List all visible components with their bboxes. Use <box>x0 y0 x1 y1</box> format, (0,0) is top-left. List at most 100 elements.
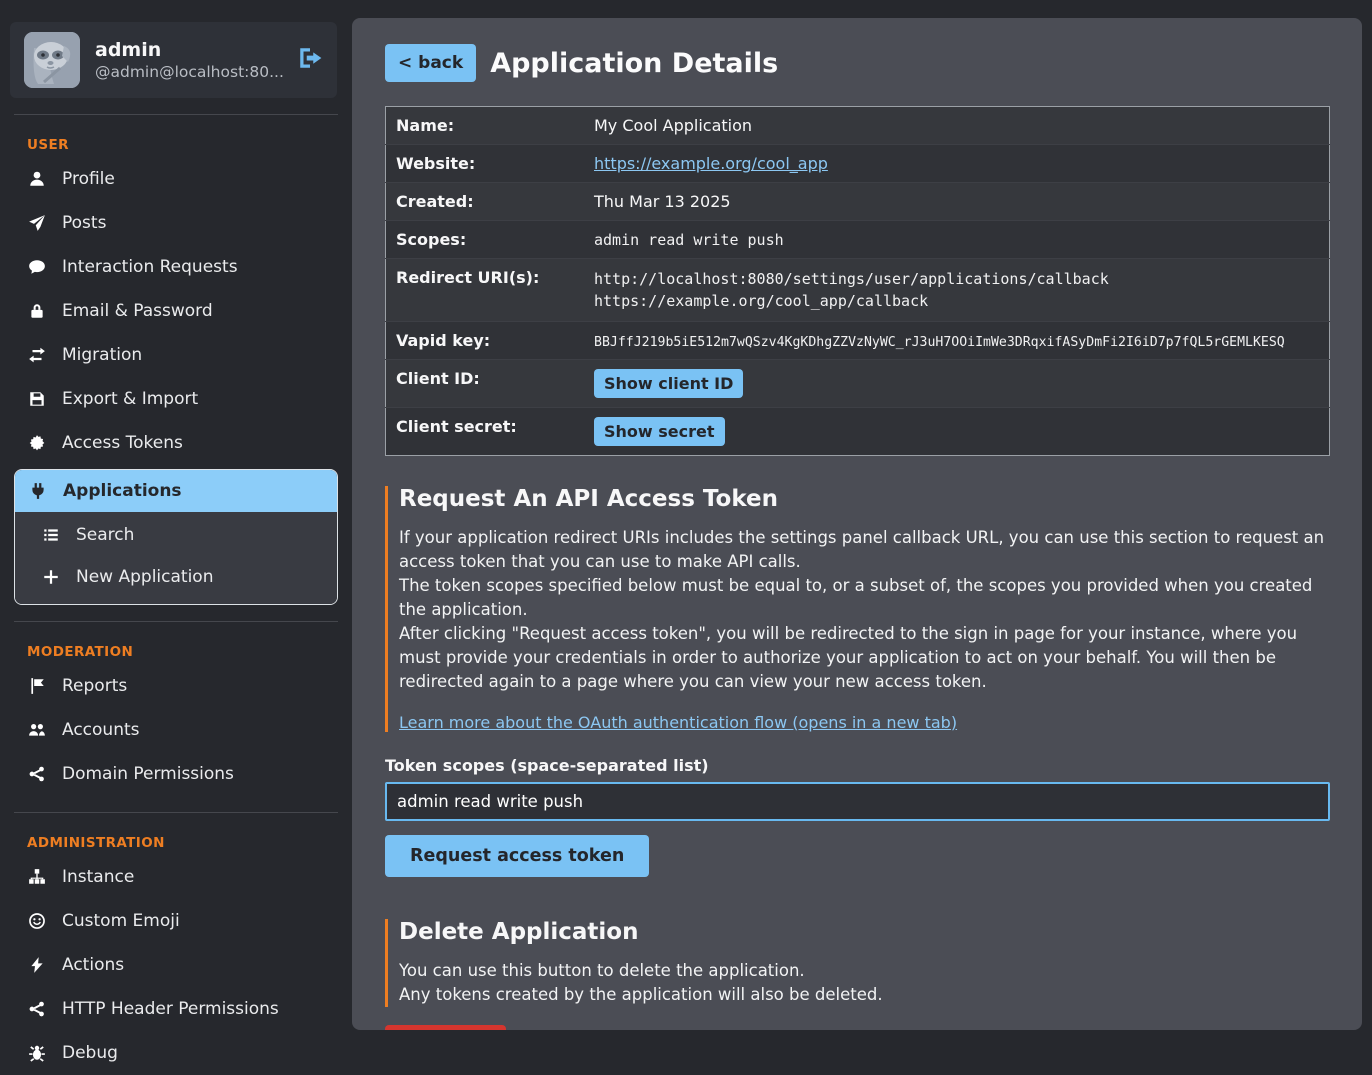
flag-icon <box>27 677 47 695</box>
list-icon <box>41 526 61 544</box>
sidebar-item-applications[interactable]: Applications <box>15 470 337 512</box>
sidebar-item-profile[interactable]: Profile <box>0 157 352 201</box>
table-row-vapid-key: Vapid key:BBJffJ219b5iE512m7wQSzv4KgKDhg… <box>386 322 1330 360</box>
sidebar-item-http-header-permissions[interactable]: HTTP Header Permissions <box>0 987 352 1031</box>
user-card-text: admin @admin@localhost:80... <box>95 39 291 81</box>
row-value-text: Thu Mar 13 2025 <box>594 192 731 211</box>
sidebar-item-debug[interactable]: Debug <box>0 1031 352 1075</box>
sidebar-item-search[interactable]: Search <box>15 514 337 556</box>
sidebar-item-reports[interactable]: Reports <box>0 664 352 708</box>
sidebar-item-new-application[interactable]: New Application <box>15 556 337 598</box>
sidebar-item-label: Access Tokens <box>62 433 183 453</box>
sidebar: admin @admin@localhost:80... USER Profile… <box>0 0 352 1041</box>
page-title: Application Details <box>490 48 778 79</box>
oauth-docs-link[interactable]: Learn more about the OAuth authenticatio… <box>399 713 957 732</box>
row-value-text: BBJffJ219b5iE512m7wQSzv4KgKDhgZZVzNyWC_r… <box>594 335 1285 350</box>
sitemap-icon <box>27 868 47 886</box>
row-value: Show client ID <box>584 360 1330 408</box>
show-secret-button[interactable]: Show secret <box>594 417 725 446</box>
delete-application-section: Delete Application You can use this butt… <box>385 919 1330 1007</box>
user-name: admin <box>95 39 291 63</box>
row-label: Client ID: <box>386 360 585 408</box>
sidebar-item-label: Reports <box>62 676 127 696</box>
sidebar-item-posts[interactable]: Posts <box>0 201 352 245</box>
row-label: Redirect URI(s): <box>386 259 585 322</box>
token-section-text: If your application redirect URIs includ… <box>399 526 1330 695</box>
sidebar-item-migration[interactable]: Migration <box>0 333 352 377</box>
sidebar-divider <box>14 621 338 622</box>
token-request-section: Request An API Access Token If your appl… <box>385 486 1330 732</box>
sidebar-group-applications: Applications Search New Application <box>14 469 338 605</box>
users-icon <box>27 721 47 739</box>
website-link[interactable]: https://example.org/cool_app <box>594 154 828 173</box>
sidebar-item-label: Profile <box>62 169 115 189</box>
delete-button[interactable]: Delete <box>385 1025 506 1030</box>
table-row-created: Created: Thu Mar 13 2025 <box>386 183 1330 221</box>
row-value: https://example.org/cool_app <box>584 145 1330 183</box>
sign-out-icon[interactable] <box>297 45 323 75</box>
sidebar-item-label: Export & Import <box>62 389 198 409</box>
token-section-paragraph: If your application redirect URIs includ… <box>399 526 1330 574</box>
token-scopes-label: Token scopes (space-separated list) <box>385 756 1330 775</box>
show-client-id-button[interactable]: Show client ID <box>594 369 743 398</box>
user-card[interactable]: admin @admin@localhost:80... <box>10 22 337 98</box>
sidebar-submenu: Search New Application <box>15 512 337 604</box>
row-label: Name: <box>386 107 585 145</box>
share-nodes-icon <box>27 1000 47 1018</box>
sidebar-item-access-tokens[interactable]: Access Tokens <box>0 421 352 465</box>
delete-section-text: You can use this button to delete the ap… <box>399 959 1330 1007</box>
bug-icon <box>27 1044 47 1062</box>
token-section-heading: Request An API Access Token <box>399 486 1330 512</box>
sidebar-item-instance[interactable]: Instance <box>0 855 352 899</box>
row-value: Thu Mar 13 2025 <box>584 183 1330 221</box>
lock-icon <box>27 302 47 320</box>
sidebar-item-label: Email & Password <box>62 301 213 321</box>
share-nodes-icon <box>27 765 47 783</box>
sidebar-section-label-user: USER <box>0 131 352 157</box>
sidebar-item-label: Custom Emoji <box>62 911 180 931</box>
sidebar-divider <box>14 812 338 813</box>
row-value-text: My Cool Application <box>594 116 752 135</box>
header-row: < back Application Details <box>385 44 1330 82</box>
application-details-table: Name: My Cool Application Website: https://… <box>385 106 1330 456</box>
redirect-uri: https://example.org/cool_app/callback <box>594 290 1319 312</box>
delete-section-line: Any tokens created by the application wi… <box>399 983 1330 1007</box>
sidebar-item-export-import[interactable]: Export & Import <box>0 377 352 421</box>
row-label: Scopes: <box>386 221 585 259</box>
sidebar-section-label-moderation: MODERATION <box>0 638 352 664</box>
sidebar-item-label: Applications <box>63 481 182 501</box>
comment-icon <box>27 258 47 276</box>
back-button[interactable]: < back <box>385 44 476 82</box>
table-row-scopes: Scopes: admin read write push <box>386 221 1330 259</box>
table-row-website: Website: https://example.org/cool_app <box>386 145 1330 183</box>
sidebar-item-interaction-requests[interactable]: Interaction Requests <box>0 245 352 289</box>
table-row-client-id: Client ID: Show client ID <box>386 360 1330 408</box>
sidebar-item-label: Instance <box>62 867 134 887</box>
sidebar-item-label: Search <box>76 525 134 545</box>
sidebar-item-email-password[interactable]: Email & Password <box>0 289 352 333</box>
token-section-paragraph: The token scopes specified below must be… <box>399 574 1330 622</box>
certificate-icon <box>27 434 47 452</box>
table-row-redirect-uri-s: Redirect URI(s): http://localhost:8080/se… <box>386 259 1330 322</box>
sidebar-section-label-administration: ADMINISTRATION <box>0 829 352 855</box>
token-scopes-input[interactable] <box>385 782 1330 821</box>
row-label: Website: <box>386 145 585 183</box>
row-label: Created: <box>386 183 585 221</box>
sidebar-item-label: Actions <box>62 955 124 975</box>
sidebar-item-label: Interaction Requests <box>62 257 238 277</box>
floppy-disk-icon <box>27 390 47 408</box>
table-row-client-secret: Client secret:Show secret <box>386 408 1330 456</box>
sidebar-item-label: Domain Permissions <box>62 764 234 784</box>
row-value: My Cool Application <box>584 107 1330 145</box>
sidebar-item-domain-permissions[interactable]: Domain Permissions <box>0 752 352 796</box>
sidebar-item-custom-emoji[interactable]: Custom Emoji <box>0 899 352 943</box>
delete-section-line: You can use this button to delete the ap… <box>399 959 1330 983</box>
request-access-token-button[interactable]: Request access token <box>385 835 649 877</box>
row-value: admin read write push <box>584 221 1330 259</box>
sidebar-item-actions[interactable]: Actions <box>0 943 352 987</box>
redirect-uri: http://localhost:8080/settings/user/appl… <box>594 268 1319 290</box>
sidebar-item-accounts[interactable]: Accounts <box>0 708 352 752</box>
token-section-paragraph: After clicking "Request access token", y… <box>399 622 1330 694</box>
sidebar-item-label: Posts <box>62 213 106 233</box>
row-value-text: admin read write push <box>594 231 784 249</box>
